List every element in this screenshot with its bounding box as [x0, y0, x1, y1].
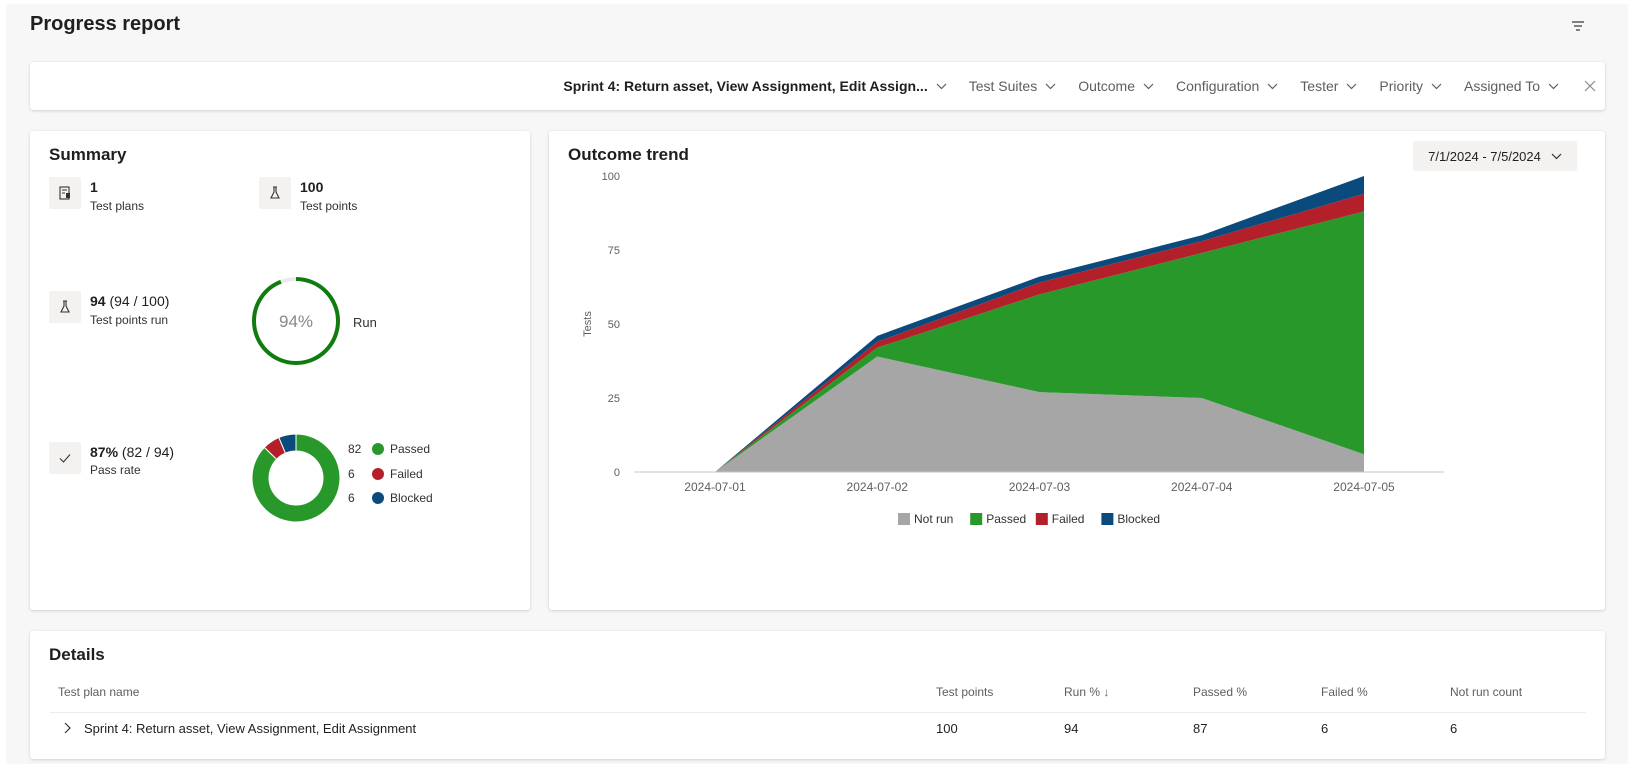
filter-label: Test Suites — [968, 78, 1038, 94]
chevron-down-icon — [1346, 83, 1357, 89]
column-header-test-points[interactable]: Test points — [936, 685, 993, 699]
legend-swatch-blocked — [1101, 513, 1114, 525]
y-tick-label: 0 — [614, 467, 620, 479]
chevron-down-icon — [1143, 83, 1154, 89]
filter-label: Priority — [1379, 78, 1423, 94]
run-donut-percent: 94% — [279, 312, 313, 331]
filter-dropdown-0[interactable]: Sprint 4: Return asset, View Assignment,… — [563, 78, 947, 94]
outcome-donut — [251, 433, 341, 523]
test-points-run-label: Test points run — [90, 313, 169, 327]
x-tick-label: 2024-07-05 — [1333, 480, 1395, 494]
filter-bar: Sprint 4: Return asset, View Assignment,… — [30, 62, 1605, 110]
filter-dropdown-3[interactable]: Configuration — [1176, 78, 1278, 94]
filter-icon[interactable] — [1570, 18, 1586, 34]
filter-list: Sprint 4: Return asset, View Assignment,… — [541, 62, 1605, 110]
outcome-trend-chart: 0 25 50 75 100 Tests 2024-07-01 2024-07-02 2024-… — [582, 171, 1444, 526]
x-tick-label: 2024-07-03 — [1009, 480, 1071, 494]
flask-icon — [49, 291, 81, 323]
legend-count: 82 — [348, 442, 362, 456]
test-plans-label: Test plans — [90, 199, 145, 213]
pass-rate-label: Pass rate — [90, 463, 141, 477]
filter-label: Assigned To — [1463, 78, 1540, 94]
chevron-down-icon — [1548, 83, 1559, 89]
y-axis-label: Tests — [582, 311, 594, 337]
x-tick-label: 2024-07-04 — [1171, 480, 1233, 494]
legend-label: Blocked — [390, 491, 433, 505]
flask-icon — [259, 177, 291, 209]
details-title: Details — [49, 645, 105, 664]
details-card: Details Test plan name Test points Run %… — [30, 631, 1605, 759]
x-tick-label: 2024-07-02 — [847, 480, 909, 494]
y-tick-label: 50 — [608, 319, 620, 331]
filter-label: Configuration — [1176, 78, 1260, 94]
filter-dropdown-5[interactable]: Priority — [1379, 78, 1442, 94]
legend-label: Passed — [390, 442, 431, 456]
legend-label-passed: Passed — [986, 512, 1026, 526]
column-header-passed-percent[interactable]: Passed % — [1193, 685, 1247, 699]
legend-dot — [372, 443, 384, 455]
table-cell-test-points: 100 — [936, 721, 958, 736]
test-plans-count: 1 — [90, 179, 98, 195]
y-tick-label: 75 — [608, 245, 620, 257]
header-divider — [50, 712, 1586, 713]
y-tick-label: 100 — [602, 171, 620, 183]
test-plan-icon — [49, 177, 81, 209]
legend-count: 6 — [348, 491, 355, 505]
outcome-trend-card: Outcome trend 7/1/2024 - 7/5/2024 0 25 50 7… — [549, 131, 1605, 610]
table-cell-failed-percent: 6 — [1321, 721, 1329, 736]
legend-count: 6 — [348, 466, 355, 481]
chevron-right-icon[interactable] — [62, 721, 72, 735]
test-points-run-detail: (94 / 100) — [109, 293, 170, 309]
table-cell-not-run-count: 6 — [1450, 721, 1458, 736]
legend-swatch-not-run — [898, 513, 910, 525]
legend-dot — [372, 492, 384, 504]
filter-dropdown-4[interactable]: Tester — [1300, 78, 1357, 94]
test-points-run-count: 94 (94 / 100) — [90, 293, 169, 309]
chevron-down-icon — [1267, 83, 1278, 89]
filter-dropdown-6[interactable]: Assigned To — [1464, 78, 1559, 94]
filter-dropdown-2[interactable]: Outcome — [1078, 78, 1154, 94]
column-header-not-run-count[interactable]: Not run count — [1450, 685, 1522, 699]
legend-label-blocked: Blocked — [1117, 512, 1160, 526]
close-icon[interactable] — [1583, 79, 1597, 93]
pass-rate-value: 87% — [90, 444, 119, 460]
table-cell-run-percent: 94 — [1064, 721, 1079, 736]
page-title: Progress report — [30, 13, 181, 35]
test-points-run-value: 94 — [90, 293, 106, 309]
column-header-run-percent[interactable]: Run % ↓ — [1064, 685, 1109, 699]
table-cell-test-plan-name[interactable]: Sprint 4: Return asset, View Assignment,… — [84, 721, 416, 736]
run-donut-label: Run — [353, 315, 377, 330]
column-header-failed-percent[interactable]: Failed % — [1321, 685, 1368, 699]
filter-label: Outcome — [1078, 78, 1136, 94]
summary-card: Summary 1 Test plans 100 Test points 94 … — [30, 131, 530, 610]
legend-item-blocked: 6 Blocked — [348, 491, 433, 505]
pass-rate: 87% (82 / 94) — [90, 444, 174, 460]
filter-label: Sprint 4: Return asset, View Assignment,… — [563, 78, 928, 94]
summary-title: Summary — [49, 145, 127, 164]
legend-dot — [372, 467, 384, 480]
table-cell-passed-percent: 87 — [1193, 721, 1208, 736]
legend-label-not-run: Not run — [914, 512, 953, 526]
legend-item-failed: 6 Failed — [348, 467, 423, 481]
filter-dropdown-1[interactable]: Test Suites — [969, 78, 1056, 94]
test-points-label: Test points — [300, 199, 358, 213]
chevron-down-icon — [936, 83, 947, 89]
y-tick-label: 25 — [608, 393, 620, 405]
column-header-test-plan-name[interactable]: Test plan name — [58, 685, 139, 699]
checkmark-icon — [49, 442, 81, 474]
chevron-down-icon — [1431, 83, 1442, 89]
run-donut: 94% — [252, 277, 340, 365]
legend-item-passed: 82 Passed — [348, 442, 430, 456]
legend-swatch-failed — [1035, 513, 1048, 525]
filter-label: Tester — [1300, 78, 1339, 94]
legend-label-failed: Failed — [1052, 512, 1085, 526]
pass-rate-detail: (82 / 94) — [121, 444, 175, 460]
x-tick-label: 2024-07-01 — [684, 480, 746, 494]
legend-label: Failed — [390, 466, 423, 481]
test-points-count: 100 — [300, 179, 324, 195]
chevron-down-icon — [1045, 83, 1056, 89]
legend-swatch-passed — [970, 513, 983, 525]
